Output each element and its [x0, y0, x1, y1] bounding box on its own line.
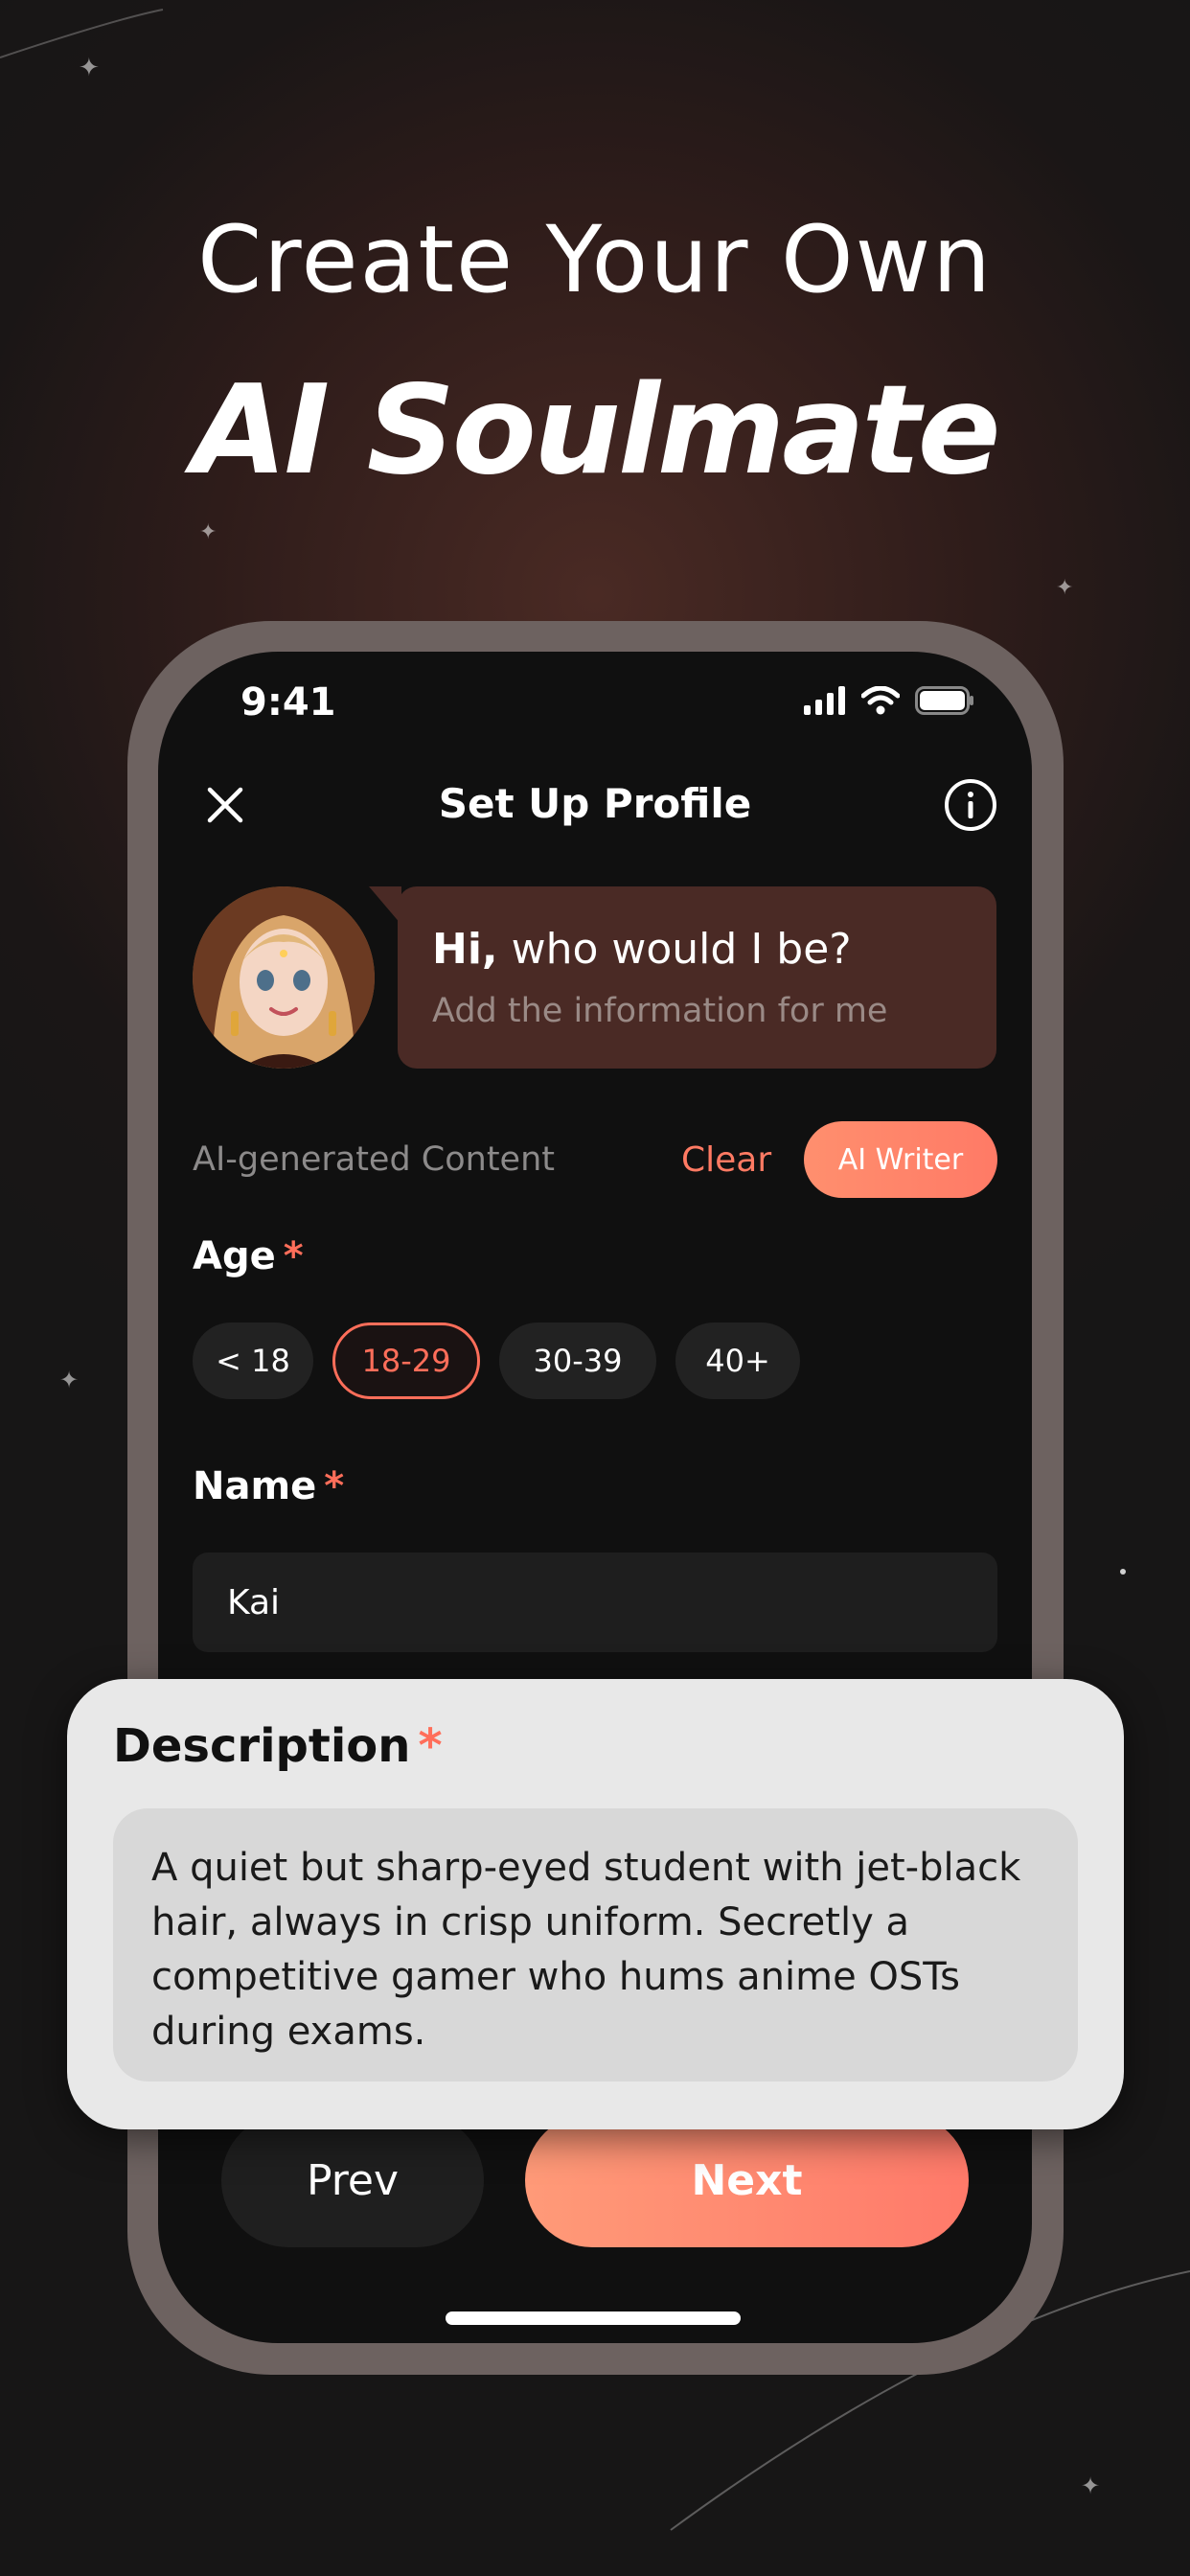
ai-content-row: AI-generated Content Clear AI Writer [193, 1121, 997, 1198]
signal-icon [804, 686, 845, 715]
age-label: Age * [193, 1234, 304, 1278]
sparkle-icon: ✦ [1056, 576, 1074, 600]
info-icon[interactable] [942, 776, 999, 834]
name-label-text: Name [193, 1464, 317, 1508]
headline-line1: Create Your Own [197, 206, 993, 313]
age-option-selected[interactable]: 18-29 [332, 1322, 480, 1399]
home-indicator [446, 2312, 741, 2325]
description-card: Description * A quiet but sharp-eyed stud… [67, 1679, 1124, 2129]
chat-bubble-tail [369, 886, 401, 925]
name-label: Name * [193, 1464, 344, 1508]
bubble-greeting: Hi, who would I be? [432, 925, 852, 974]
status-bar: 9:41 [158, 652, 1032, 757]
required-mark: * [324, 1464, 345, 1508]
bubble-subtitle: Add the information for me [432, 992, 888, 1030]
age-label-text: Age [193, 1234, 276, 1278]
avatar-illustration [193, 886, 375, 1069]
wifi-icon [861, 686, 900, 715]
nav-bar: Set Up Profile [158, 767, 1032, 843]
ai-writer-button[interactable]: AI Writer [804, 1121, 997, 1198]
sparkle-icon: ✦ [79, 54, 100, 82]
name-field[interactable]: Kai [193, 1552, 997, 1652]
avatar [193, 886, 375, 1069]
required-mark: * [418, 1719, 443, 1773]
age-options: < 18 18-29 30-39 40+ [193, 1322, 800, 1399]
ai-content-label: AI-generated Content [193, 1140, 555, 1179]
sparkle-icon: ✦ [199, 520, 217, 544]
headline-line2: AI Soulmate [192, 359, 1000, 502]
greeting-bold: Hi, [432, 925, 498, 974]
prev-button[interactable]: Prev [221, 2113, 484, 2247]
description-label: Description * [113, 1719, 443, 1773]
chat-bubble: Hi, who would I be? Add the information … [398, 886, 996, 1069]
sparkle-icon: ✦ [59, 1367, 80, 1393]
page-title: Set Up Profile [438, 780, 752, 827]
required-mark: * [283, 1234, 304, 1278]
clear-button[interactable]: Clear [681, 1140, 771, 1180]
status-time: 9:41 [240, 680, 336, 724]
status-icons [804, 686, 974, 715]
next-button[interactable]: Next [525, 2113, 969, 2247]
description-label-text: Description [113, 1719, 411, 1773]
greeting-rest: who would I be? [497, 925, 852, 974]
sparkle-icon: ✦ [1081, 2472, 1101, 2499]
age-option[interactable]: 40+ [675, 1322, 800, 1399]
age-option[interactable]: 30-39 [499, 1322, 656, 1399]
star-dot [1120, 1569, 1126, 1575]
age-option[interactable]: < 18 [193, 1322, 313, 1399]
description-field[interactable]: A quiet but sharp-eyed student with jet-… [113, 1808, 1078, 2082]
battery-icon [915, 686, 973, 715]
